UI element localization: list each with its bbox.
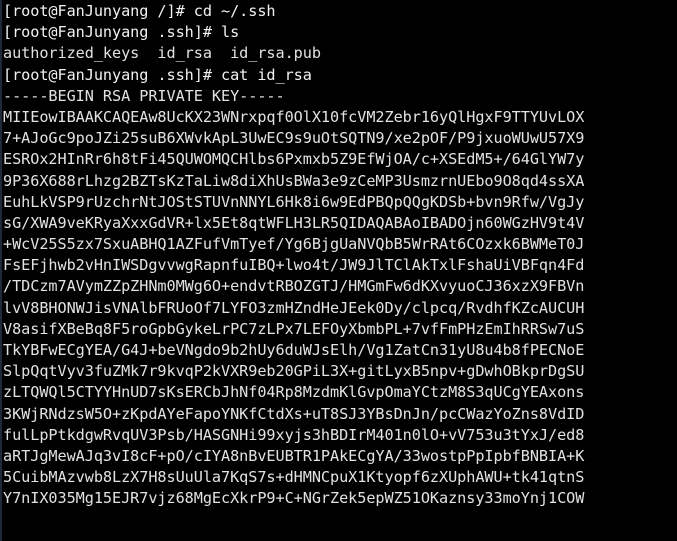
terminal-line: -----BEGIN RSA PRIVATE KEY----- (3, 86, 285, 105)
terminal-line: zLTQWQl5CTYYHnUD7sKsERCbJhNf04Rp8MzdmKlG… (3, 383, 585, 402)
terminal-line: authorized_keys id_rsa id_rsa.pub (3, 44, 321, 63)
terminal-line: lvV8BHONWJisVNAlbFRUoOf7LYFO3zmHZndHeJEe… (3, 298, 585, 317)
terminal-line: SlpQqtVyv3fuZMk7r9kvqP2kVXR9eb20GPiL3X+g… (3, 362, 585, 381)
terminal-line: [root@FanJunyang /]# cd ~/.ssh (3, 2, 276, 20)
terminal-line: Y7nIX035Mg15EJR7vjz68MgEcXkrP9+C+NGrZek5… (3, 489, 585, 508)
terminal-line: /TDCzm7AVymZZpZHNm0MWg6O+endvtRBOZGTJ/HM… (3, 277, 585, 296)
terminal-line: MIIEowIBAAKCAQEAw8UcKX23WNrxpqf0OlX10fcV… (3, 107, 585, 126)
terminal-line: fulLpPtkdgwRvqUV3Psb/HASGNHi99xyjs3hBDIr… (3, 425, 585, 444)
terminal-line: TkYBFwECgYEA/G4J+beVNgdo9b2hUy6duWJsElh/… (3, 341, 585, 359)
terminal-line: sG/XWA9veKRyaXxxGdVR+lx5Et8qtWFLH3LR5QID… (3, 213, 585, 232)
terminal-line: EuhLkVSP9rUzchrNtJOStSTUVnNNYL6Hk8i6w9Ed… (3, 192, 585, 211)
terminal-line: 5CuibMAzvwb8LzX7H8sUuUla7KqS7s+dHMNCpuX1… (3, 468, 585, 487)
terminal-line: aRTJgMewAJq3vI8cF+pO/cIYA8nBvEUBTR1PAkEC… (3, 446, 585, 465)
terminal-line: V8asifXBeBq8F5roGpbGykeLrPC7zLPx7LEFOyXb… (3, 319, 585, 338)
terminal-line: FsEFjhwb2vHnIWSDgvvwgRapnfuIBQ+lwo4t/JW9… (3, 256, 585, 275)
terminal-line: ESROx2HInRr6h8tFi45QUWOMQCHlbs6Pxmxb5Z9E… (3, 150, 585, 169)
terminal-line: [root@FanJunyang .ssh]# ls (3, 23, 240, 42)
terminal-line: 7+AJoGc9poJZi25suB6XWvkApL3UwEC9s9uOtSQT… (3, 129, 585, 148)
terminal-line: +WcV25S5zx7SxuABHQ1AZFufVmTyef/Yg6BjgUaN… (3, 235, 585, 254)
terminal-screen-buffer[interactable]: [root@FanJunyang /]# cd ~/.ssh [root@FanJ… (0, 0, 677, 510)
terminal-line: [root@FanJunyang .ssh]# cat id_rsa (3, 65, 312, 84)
terminal-line: 9P36X688rLhzg2BZTsKzTaLiw8diXhUsBWa3e9zC… (3, 171, 585, 190)
terminal-line: 3KWjRNdzsW5O+zKpdAYeFapoYNKfCtdXs+uT8SJ3… (3, 404, 585, 423)
terminal-window[interactable]: [root@FanJunyang /]# cd ~/.ssh [root@FanJ… (0, 0, 677, 541)
